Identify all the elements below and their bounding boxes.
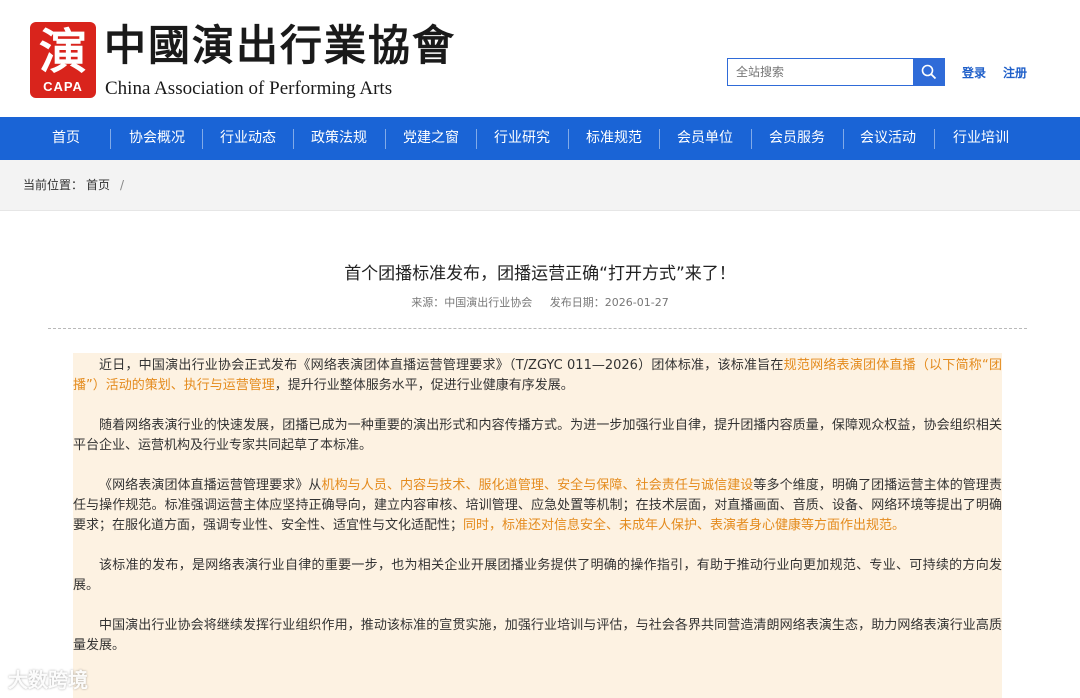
- article-body: 近日，中国演出行业协会正式发布《网络表演团体直播运营管理要求》（T/ZGYC 0…: [73, 353, 1002, 698]
- article-title: 首个团播标准发布，团播运营正确“打开方式”来了！: [344, 264, 736, 284]
- nav-divider: [568, 129, 569, 149]
- article-paragraph: 随着网络表演行业的快速发展，团播已成为一种重要的演出形式和内容传播方式。为进一步…: [73, 418, 1002, 453]
- nav-item-home[interactable]: 首页: [38, 117, 94, 160]
- article-date: 2026-01-27: [604, 296, 669, 309]
- nav-divider: [385, 129, 386, 149]
- search-button[interactable]: [913, 58, 945, 86]
- article-paragraph: 近日，中国演出行业协会正式发布《网络表演团体直播运营管理要求》（T/ZGYC 0…: [73, 358, 1002, 393]
- nav-item-party[interactable]: 党建之窗: [396, 117, 466, 160]
- nav-item-research[interactable]: 行业研究: [487, 117, 557, 160]
- nav-divider: [110, 129, 111, 149]
- source-label: 来源：: [411, 296, 445, 309]
- logo-seal-char: 演: [38, 24, 87, 80]
- breadcrumb: 当前位置： 首页 /: [0, 160, 1080, 211]
- article-paragraph: 《网络表演团体直播运营管理要求》从机构与人员、内容与技术、服化道管理、安全与保障…: [73, 478, 1002, 533]
- nav-item-policy[interactable]: 政策法规: [304, 117, 374, 160]
- breadcrumb-prefix: 当前位置：: [23, 178, 84, 192]
- nav-divider: [293, 129, 294, 149]
- nav-divider: [476, 129, 477, 149]
- nav-item-standards[interactable]: 标准规范: [579, 117, 649, 160]
- article-paragraph: 该标准的发布，是网络表演行业自律的重要一步，也为相关企业开展团播业务提供了明确的…: [73, 558, 1002, 593]
- watermark: 大数跨境: [8, 668, 88, 692]
- search-input[interactable]: [727, 58, 913, 86]
- nav-item-member-services[interactable]: 会员服务: [762, 117, 832, 160]
- login-link[interactable]: 登录: [962, 64, 986, 81]
- breadcrumb-home[interactable]: 首页: [86, 160, 110, 210]
- article-meta: 来源：中国演出行业协会 发布日期：2026-01-27: [0, 294, 1080, 310]
- logo-seal-abbr: CAPA: [43, 79, 83, 94]
- nav-divider: [202, 129, 203, 149]
- article-source: 中国演出行业协会: [444, 296, 533, 309]
- nav-divider: [934, 129, 935, 149]
- main-nav: 首页 协会概况 行业动态 政策法规 党建之窗 行业研究 标准规范 会员单位 会员…: [0, 117, 1080, 160]
- nav-item-about[interactable]: 协会概况: [122, 117, 192, 160]
- date-label: 发布日期：: [549, 296, 605, 309]
- logo-seal[interactable]: 演 CAPA: [30, 22, 96, 98]
- divider: [48, 328, 1027, 329]
- site-header: 演 CAPA 中國演出行業協會 China Association of Per…: [0, 0, 1080, 117]
- logo-name-cn[interactable]: 中國演出行業協會: [104, 20, 456, 72]
- logo-name-en[interactable]: China Association of Performing Arts: [105, 78, 392, 100]
- nav-divider: [751, 129, 752, 149]
- breadcrumb-separator: /: [120, 178, 125, 192]
- nav-item-events[interactable]: 会议活动: [853, 117, 923, 160]
- nav-divider: [843, 129, 844, 149]
- search-icon: [921, 64, 937, 80]
- nav-divider: [659, 129, 660, 149]
- nav-item-training[interactable]: 行业培训: [945, 117, 1017, 160]
- article-paragraph: 中国演出行业协会将继续发挥行业组织作用，推动该标准的宣贯实施，加强行业培训与评估…: [73, 618, 1002, 653]
- nav-item-members[interactable]: 会员单位: [670, 117, 740, 160]
- nav-item-news[interactable]: 行业动态: [213, 117, 283, 160]
- highlight-text: 同时，标准还对信息安全、未成年人保护、表演者身心健康等方面作出规范。: [463, 518, 906, 533]
- register-link[interactable]: 注册: [1003, 64, 1027, 81]
- highlight-text: 机构与人员、内容与技术、服化道管理、安全与保障、社会责任与诚信建设: [321, 478, 754, 493]
